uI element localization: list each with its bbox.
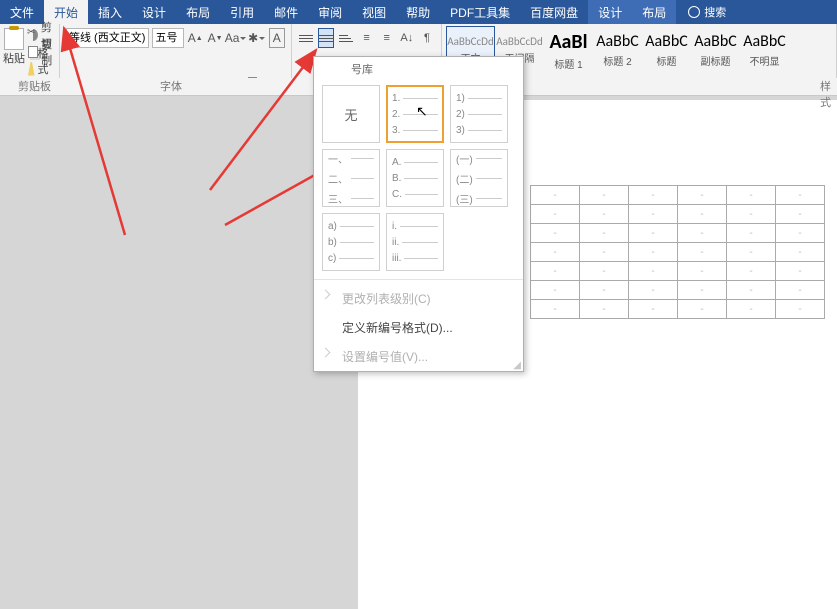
styles-group-label: 样式: [820, 78, 837, 110]
clipboard-group-label: 剪贴板: [18, 78, 51, 94]
tab-design[interactable]: 设计: [132, 0, 176, 24]
change-case-button[interactable]: Aa: [227, 28, 245, 48]
resize-handle-icon[interactable]: [511, 359, 521, 369]
tab-baidudisk[interactable]: 百度网盘: [520, 0, 588, 24]
define-number-format[interactable]: 定义新编号格式(D)...: [314, 313, 523, 342]
format-painter-button[interactable]: 格式刷: [28, 60, 59, 77]
cut-icon: [28, 29, 38, 41]
numbering-chinese-paren[interactable]: (一) (二) (三): [450, 149, 508, 207]
tab-insert[interactable]: 插入: [88, 0, 132, 24]
bullets-button[interactable]: [298, 28, 314, 48]
numbering-button[interactable]: [318, 28, 334, 48]
document-table[interactable]: ------ ------ ------ ------ ------ -----…: [530, 185, 825, 319]
paste-icon: [4, 28, 24, 50]
style-heading-1[interactable]: AaBl标题 1: [544, 26, 593, 74]
numbering-none[interactable]: 无: [322, 85, 380, 143]
search-label: 搜索: [704, 4, 726, 20]
tab-references[interactable]: 引用: [220, 0, 264, 24]
tab-layout-2[interactable]: 布局: [632, 0, 676, 24]
numbering-library-label: 号库: [314, 57, 523, 81]
menu-bar: 文件 开始 插入 设计 布局 引用 邮件 审阅 视图 帮助 PDF工具集 百度网…: [0, 0, 837, 24]
numbering-dropdown: 号库 无 1. 2. 3. 1) 2) 3) 一、 二、 三、 A. B. C.…: [313, 56, 524, 372]
multilevel-button[interactable]: [338, 28, 354, 48]
font-size-select[interactable]: 五号: [152, 28, 183, 48]
style-title[interactable]: AaBbC标题: [642, 26, 691, 74]
style-subtitle[interactable]: AaBbC副标题: [691, 26, 740, 74]
show-marks-button[interactable]: ¶: [419, 28, 435, 48]
lightbulb-icon: [688, 6, 700, 18]
phonetic-guide-button[interactable]: ✱: [248, 28, 266, 48]
tab-mailings[interactable]: 邮件: [264, 0, 308, 24]
chevron-right-icon: [322, 349, 332, 359]
numbering-numeric[interactable]: 1. 2. 3.: [386, 85, 444, 143]
tab-review[interactable]: 审阅: [308, 0, 352, 24]
tab-file[interactable]: 文件: [0, 0, 44, 24]
paste-label: 粘贴: [3, 50, 25, 66]
numbering-alpha-lower-paren[interactable]: a) b) c): [322, 213, 380, 271]
tab-view[interactable]: 视图: [352, 0, 396, 24]
style-subtle[interactable]: AaBbC不明显: [740, 26, 789, 74]
sort-button[interactable]: A↓: [399, 28, 415, 48]
font-family-select[interactable]: 等线 (西文正文): [66, 28, 149, 48]
increase-indent-button[interactable]: ≡: [379, 28, 395, 48]
font-group-label: 字体: [160, 78, 182, 94]
numbering-paren-num[interactable]: 1) 2) 3): [450, 85, 508, 143]
set-number-value: 设置编号值(V)...: [314, 342, 523, 371]
numbering-alpha-upper[interactable]: A. B. C.: [386, 149, 444, 207]
paste-button[interactable]: 粘贴: [2, 28, 26, 80]
change-list-level: 更改列表级别(C): [314, 284, 523, 313]
shrink-font-button[interactable]: A▼: [207, 28, 224, 48]
tell-me-search[interactable]: 搜索: [680, 0, 734, 24]
tab-layout[interactable]: 布局: [176, 0, 220, 24]
grow-font-button[interactable]: A▲: [187, 28, 204, 48]
tab-help[interactable]: 帮助: [396, 0, 440, 24]
style-heading-2[interactable]: AaBbC标题 2: [593, 26, 642, 74]
numbering-roman-lower[interactable]: i. ii. iii.: [386, 213, 444, 271]
chevron-right-icon: [322, 291, 332, 301]
decrease-indent-button[interactable]: ≡: [359, 28, 375, 48]
tab-design-2[interactable]: 设计: [588, 0, 632, 24]
brush-icon: [28, 62, 35, 76]
clear-format-button[interactable]: A: [269, 28, 285, 48]
tab-pdftools[interactable]: PDF工具集: [440, 0, 520, 24]
numbering-chinese[interactable]: 一、 二、 三、: [322, 149, 380, 207]
